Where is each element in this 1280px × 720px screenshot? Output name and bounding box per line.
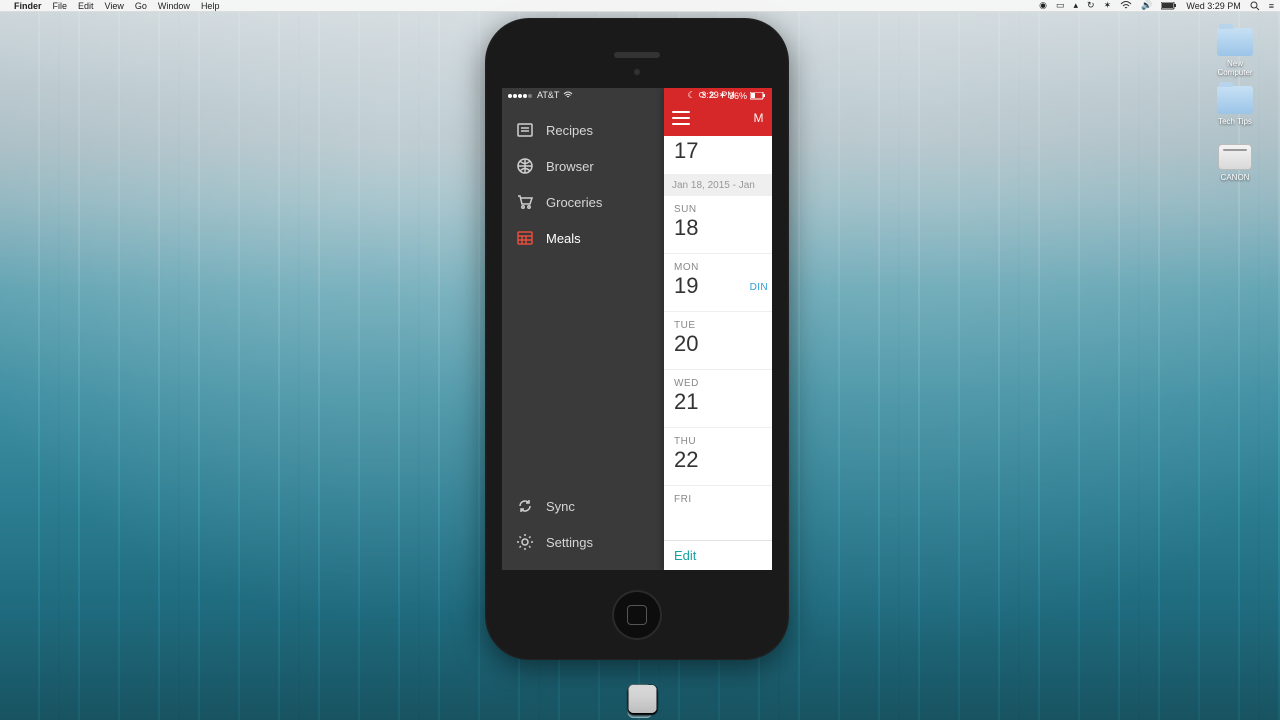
desktop-icon-label: CANON	[1210, 173, 1260, 182]
menubar-battery-icon[interactable]	[1161, 2, 1177, 10]
phone-camera	[633, 68, 641, 76]
menubar-wifi-icon[interactable]	[1120, 1, 1132, 10]
day-cell[interactable]: WED 21	[664, 370, 772, 428]
menubar-window[interactable]: Window	[158, 1, 190, 11]
phone-speaker	[614, 52, 660, 58]
wifi-icon	[563, 91, 573, 99]
sidebar-item-sync[interactable]: Sync	[502, 488, 664, 524]
sidebar-item-browser[interactable]: Browser	[502, 148, 664, 184]
menubar-edit[interactable]: Edit	[78, 1, 94, 11]
day-cell[interactable]: SUN 18	[664, 196, 772, 254]
meals-day-list[interactable]: 17 Jan 18, 2015 - Jan SUN 18 MON 19 DIN …	[664, 136, 772, 540]
sidebar-item-groceries[interactable]: Groceries	[502, 184, 664, 220]
day-of-week: TUE	[674, 320, 762, 331]
edit-button[interactable]: Edit	[674, 548, 696, 563]
ios-status-right: ☾ ⟳ ⧖ ✶ 36%	[687, 90, 766, 101]
iphone-frame: AT&T Recipes Browser	[485, 18, 789, 660]
lock-orientation-icon: ⟳	[699, 90, 707, 101]
app-sidebar: AT&T Recipes Browser	[502, 88, 664, 570]
day-number: 20	[674, 331, 762, 357]
desktop-folder-tech-tips[interactable]: Tech Tips	[1210, 86, 1260, 126]
day-cell[interactable]: TUE 20	[664, 312, 772, 370]
cart-icon	[516, 193, 534, 211]
day-of-week: SUN	[674, 204, 762, 215]
week-range-header: Jan 18, 2015 - Jan	[664, 175, 772, 196]
day-number: 18	[674, 215, 762, 241]
day-of-week: WED	[674, 378, 762, 389]
bluetooth-icon: ✶	[718, 90, 726, 101]
sidebar-item-recipes[interactable]: Recipes	[502, 112, 664, 148]
alarm-icon: ⧖	[709, 90, 715, 101]
sidebar-item-label: Groceries	[546, 195, 602, 210]
header-title-fragment: M	[754, 111, 765, 125]
globe-icon	[516, 157, 534, 175]
day-cell[interactable]: 17	[664, 136, 772, 175]
menubar-clock[interactable]: Wed 3:29 PM	[1186, 1, 1240, 11]
phone-screen: AT&T Recipes Browser	[502, 88, 772, 570]
sidebar-item-label: Meals	[546, 231, 581, 246]
day-of-week: THU	[674, 436, 762, 447]
meals-panel: 3:29 PM ☾ ⟳ ⧖ ✶ 36% M 17	[664, 88, 772, 570]
home-button[interactable]	[612, 590, 662, 640]
sidebar-item-label: Recipes	[546, 123, 593, 138]
menubar-notification-icon[interactable]: ≡	[1269, 1, 1274, 11]
calendar-icon	[516, 229, 534, 247]
meal-tag: DIN	[750, 282, 768, 293]
sidebar-bottom: Sync Settings	[502, 488, 664, 570]
dnd-moon-icon: ☾	[687, 90, 695, 101]
dock-trash[interactable]	[629, 685, 657, 713]
battery-pct: 36%	[729, 91, 747, 101]
hamburger-icon[interactable]	[672, 111, 690, 125]
folder-icon	[1217, 28, 1253, 56]
day-number: 17	[674, 138, 762, 164]
sidebar-item-settings[interactable]: Settings	[502, 524, 664, 560]
sidebar-item-meals[interactable]: Meals	[502, 220, 664, 256]
desktop-folder-new-computer[interactable]: New Computer	[1210, 28, 1260, 77]
panel-bottom-bar: Edit	[664, 540, 772, 570]
day-cell[interactable]: FRI	[664, 486, 772, 506]
menubar-display-icon[interactable]: ▭	[1056, 0, 1065, 11]
drive-icon	[1218, 144, 1252, 170]
sidebar-item-label: Settings	[546, 535, 593, 550]
day-of-week: FRI	[674, 494, 762, 505]
menubar-help[interactable]: Help	[201, 1, 220, 11]
mac-menubar: Finder File Edit View Go Window Help ◉ ▭…	[0, 0, 1280, 12]
app-root: AT&T Recipes Browser	[502, 88, 772, 570]
recipe-card-icon	[516, 121, 534, 139]
sync-icon	[516, 497, 534, 515]
sidebar-item-label: Browser	[546, 159, 594, 174]
day-number: 21	[674, 389, 762, 415]
mac-dock	[628, 684, 653, 718]
day-cell[interactable]: MON 19 DIN	[664, 254, 772, 312]
desktop-icon-label: Tech Tips	[1210, 117, 1260, 126]
menubar-go[interactable]: Go	[135, 1, 147, 11]
menubar-app-name[interactable]: Finder	[14, 1, 42, 11]
menubar-view[interactable]: View	[105, 1, 124, 11]
menubar-screenrec-icon[interactable]: ◉	[1039, 0, 1047, 11]
menubar-airplay-icon[interactable]: ▴	[1074, 0, 1079, 11]
panel-header: 3:29 PM ☾ ⟳ ⧖ ✶ 36% M	[664, 88, 772, 136]
day-number: 22	[674, 447, 762, 473]
ios-status-left: AT&T	[508, 90, 573, 100]
day-of-week: MON	[674, 262, 762, 273]
day-cell[interactable]: THU 22	[664, 428, 772, 486]
sidebar-item-label: Sync	[546, 499, 575, 514]
battery-icon	[750, 92, 766, 100]
sidebar-nav: Recipes Browser Groceries	[502, 112, 664, 488]
ios-carrier: AT&T	[537, 90, 559, 100]
desktop-icon-label: New Computer	[1210, 59, 1260, 77]
gear-icon	[516, 533, 534, 551]
folder-icon	[1217, 86, 1253, 114]
menubar-spotlight-icon[interactable]	[1250, 1, 1260, 11]
menubar-bluetooth-icon[interactable]: ✶	[1104, 0, 1112, 11]
menubar-volume-icon[interactable]: 🔊	[1141, 0, 1152, 11]
menubar-file[interactable]: File	[53, 1, 68, 11]
menubar-timemachine-icon[interactable]: ↻	[1087, 0, 1095, 11]
signal-dots-icon	[508, 90, 533, 100]
desktop-drive-canon[interactable]: CANON	[1210, 144, 1260, 182]
